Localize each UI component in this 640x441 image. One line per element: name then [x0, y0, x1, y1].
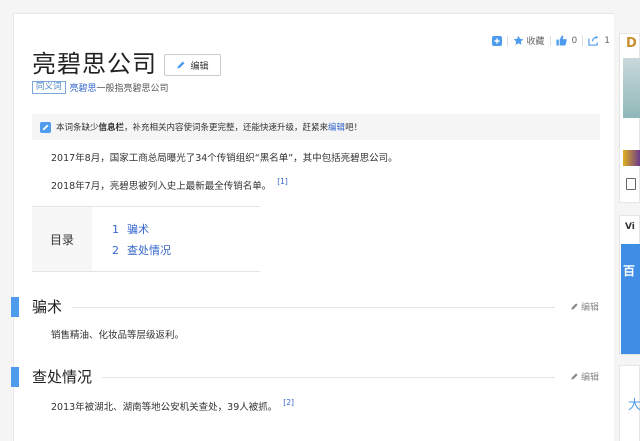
add-icon[interactable]	[491, 35, 502, 46]
pencil-icon	[571, 373, 578, 380]
edit-label: 编辑	[190, 61, 209, 72]
divider	[582, 35, 584, 46]
sidebar-ad-image: 百	[621, 244, 640, 354]
section-marker	[11, 297, 19, 317]
toc-list: 1 骗术 2 查处情况	[92, 207, 171, 271]
sidebar-image	[623, 58, 640, 118]
sidebar-banner[interactable]: 大	[619, 365, 640, 441]
thumbs-up-icon	[555, 35, 567, 46]
section-divider	[102, 377, 555, 378]
section-text: 销售精油、化妆品等层级返利。	[51, 330, 185, 341]
toc-item[interactable]: 1 骗术	[112, 221, 171, 237]
section-header: 查处情况 编辑	[11, 367, 615, 387]
action-bar: 收藏 0 1	[491, 34, 610, 47]
sidebar-ad[interactable]: Vi 百	[619, 215, 640, 355]
section-title: 查处情况	[32, 368, 93, 386]
notice-text-3: 吧！	[345, 123, 363, 133]
edit-button[interactable]: 编辑	[164, 54, 221, 76]
intro-paragraph-2: 2018年7月，亮碧思被列入史上最新最全传销名单。 [1]	[51, 177, 288, 192]
page-title: 亮碧思公司	[32, 50, 157, 78]
synonym-text: 一般指亮碧思公司	[96, 84, 169, 94]
section-marker	[11, 367, 19, 387]
section-edit-button[interactable]: 编辑	[570, 370, 599, 383]
share-icon	[588, 35, 599, 46]
notice-text-1: 本词条缺少	[56, 123, 99, 133]
sidebar-card[interactable]: D	[619, 33, 640, 203]
notice-bold: 信息栏	[98, 123, 125, 133]
intro-text: 2017年8月，国家工商总局曝光了34个传销组织“黑名单”，其中包括亮碧思公司。	[51, 153, 398, 164]
sidebar-logo: D	[626, 36, 637, 51]
sidebar-ad-text: 百	[623, 264, 636, 278]
section-paragraph: 销售精油、化妆品等层级返利。	[51, 327, 184, 341]
toc-label: 目录	[32, 207, 92, 271]
sidebar-ad-label: Vi	[625, 222, 635, 232]
like-button[interactable]: 0	[555, 35, 578, 46]
pencil-icon	[571, 303, 578, 310]
favorite-label: 收藏	[526, 37, 545, 47]
section-text: 2013年被湖北、湖南等地公安机关查处，39人被抓。	[51, 402, 278, 413]
section-edit-button[interactable]: 编辑	[570, 300, 599, 313]
sidebar-thumbnail	[623, 150, 640, 166]
section-title: 骗术	[32, 298, 63, 316]
notice-text-2: ，补充相关内容使词条更完整，还能快速升级，赶紧来	[124, 123, 329, 133]
content-card: 收藏 0 1 亮碧思公司 编辑 同义词 亮碧思 一般指亮碧思公司 本词条缺少信息栏…	[11, 13, 615, 441]
notice-bar: 本词条缺少信息栏，补充相关内容使词条更完整，还能快速升级，赶紧来编辑吧！	[32, 114, 600, 140]
like-count: 0	[571, 35, 578, 46]
reference-link[interactable]: [1]	[277, 177, 288, 186]
section-paragraph: 2013年被湖北、湖南等地公安机关查处，39人被抓。 [2]	[51, 398, 294, 413]
intro-paragraph-1: 2017年8月，国家工商总局曝光了34个传销组织“黑名单”，其中包括亮碧思公司。	[51, 150, 398, 164]
intro-text: 2018年7月，亮碧思被列入史上最新最全传销名单。	[51, 181, 272, 192]
share-button[interactable]: 1	[588, 35, 610, 46]
share-count: 1	[604, 35, 610, 46]
synonym-badge: 同义词	[32, 81, 66, 94]
synonym-row: 同义词 亮碧思 一般指亮碧思公司	[32, 81, 169, 94]
section-divider	[72, 307, 555, 308]
pencil-icon	[177, 61, 185, 69]
toc-item[interactable]: 2 查处情况	[112, 242, 171, 258]
notice-edit-link[interactable]: 编辑	[328, 123, 345, 133]
synonym-link[interactable]: 亮碧思	[70, 81, 97, 94]
divider	[506, 35, 508, 46]
favorite-button[interactable]: 收藏	[513, 34, 545, 47]
reference-link[interactable]: [2]	[283, 398, 294, 407]
sidebar: D Vi 百 大	[619, 0, 640, 441]
divider	[549, 35, 551, 46]
star-icon	[513, 35, 523, 45]
sidebar-icon	[626, 178, 636, 190]
table-of-contents: 目录 1 骗术 2 查处情况	[32, 206, 260, 272]
section-header: 骗术 编辑	[11, 297, 615, 317]
edit-note-icon	[40, 121, 51, 133]
sidebar-banner-text: 大	[628, 398, 640, 413]
